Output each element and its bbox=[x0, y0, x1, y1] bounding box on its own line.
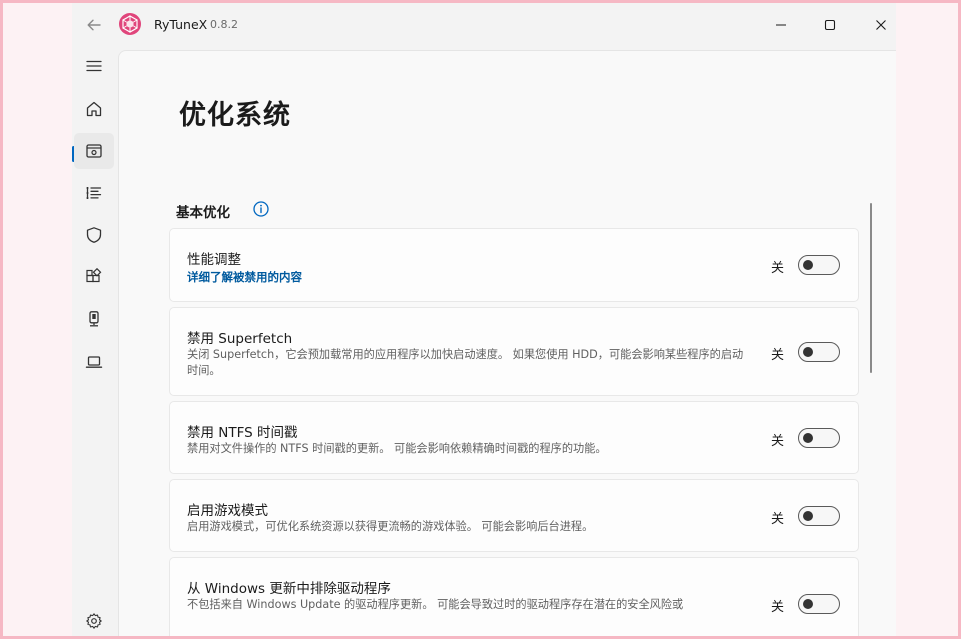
back-arrow-icon bbox=[87, 19, 101, 31]
performance-toggle[interactable] bbox=[798, 255, 840, 275]
exclude-drivers-toggle[interactable] bbox=[798, 594, 840, 614]
maximize-icon bbox=[824, 19, 836, 31]
nav-laptop[interactable] bbox=[74, 344, 114, 380]
list-icon bbox=[86, 187, 102, 199]
laptop-icon bbox=[85, 356, 103, 368]
toggle-knob bbox=[803, 511, 813, 521]
option-description: 关闭 Superfetch，它会预加载常用的应用程序以加快启动速度。 如果您使用… bbox=[187, 348, 744, 377]
toggle-state-label: 关 bbox=[771, 434, 785, 449]
option-card-game-mode: 启用游戏模式 启用游戏模式，可优化系统资源以获得更流畅的游戏体验。 可能会影响后… bbox=[169, 479, 859, 552]
minimize-icon bbox=[776, 24, 786, 26]
option-title: 禁用 NTFS 时间戳 bbox=[187, 425, 298, 441]
nav-optimize[interactable] bbox=[74, 133, 114, 169]
nav-menu-button[interactable] bbox=[74, 48, 114, 84]
back-button[interactable] bbox=[82, 13, 106, 37]
nav-device[interactable] bbox=[74, 301, 114, 337]
learn-more-link[interactable]: 详细了解被禁用的内容 bbox=[187, 269, 302, 285]
toggle-state-label: 关 bbox=[771, 600, 785, 615]
device-icon bbox=[89, 311, 99, 327]
nav-home[interactable] bbox=[74, 91, 114, 127]
option-description: 禁用对文件操作的 NTFS 时间戳的更新。 可能会影响依赖精确时间戳的程序的功能… bbox=[187, 442, 607, 455]
option-title: 从 Windows 更新中排除驱动程序 bbox=[187, 581, 391, 597]
ntfs-toggle[interactable] bbox=[798, 428, 840, 448]
toggle-knob bbox=[803, 347, 813, 357]
option-title: 性能调整 bbox=[187, 252, 241, 268]
apps-icon bbox=[86, 268, 102, 283]
content-pane: 优化系统 基本优化 性能调整 详细了解被禁用的内容 关 禁用 Superfetc… bbox=[118, 50, 896, 636]
nav-apps[interactable] bbox=[74, 259, 114, 295]
game-mode-toggle[interactable] bbox=[798, 506, 840, 526]
nav-security[interactable] bbox=[74, 217, 114, 253]
close-icon bbox=[876, 20, 886, 30]
app-title: RyTuneX bbox=[154, 17, 208, 32]
option-description: 不包括来自 Windows Update 的驱动程序更新。 可能会导致过时的驱动… bbox=[187, 598, 684, 611]
option-title: 禁用 Superfetch bbox=[187, 331, 293, 347]
app-logo-icon bbox=[118, 12, 142, 36]
toggle-state-label: 关 bbox=[771, 512, 785, 527]
toggle-knob bbox=[803, 433, 813, 443]
option-card-superfetch: 禁用 Superfetch 关闭 Superfetch，它会预加载常用的应用程序… bbox=[169, 307, 859, 396]
option-card-ntfs: 禁用 NTFS 时间戳 禁用对文件操作的 NTFS 时间戳的更新。 可能会影响依… bbox=[169, 401, 859, 474]
nav-settings[interactable] bbox=[74, 603, 114, 636]
gear-icon bbox=[86, 613, 102, 629]
minimize-button[interactable] bbox=[758, 7, 804, 43]
option-card-exclude-drivers: 从 Windows 更新中排除驱动程序 不包括来自 Windows Update… bbox=[169, 557, 859, 636]
app-version: 0.8.2 bbox=[210, 18, 238, 31]
option-title: 启用游戏模式 bbox=[187, 503, 268, 519]
info-icon[interactable] bbox=[252, 200, 270, 218]
maximize-button[interactable] bbox=[807, 7, 853, 43]
option-description: 启用游戏模式，可优化系统资源以获得更流畅的游戏体验。 可能会影响后台进程。 bbox=[187, 520, 594, 533]
toggle-state-label: 关 bbox=[771, 261, 785, 276]
section-header: 基本优化 bbox=[176, 205, 230, 221]
app-window: RyTuneX 0.8.2 优化系统 基本优化 性能调整 详细了解被禁用的内容 … bbox=[72, 3, 896, 636]
toggle-knob bbox=[803, 260, 813, 270]
menu-icon bbox=[86, 60, 102, 72]
option-card-performance: 性能调整 详细了解被禁用的内容 关 bbox=[169, 228, 859, 302]
shield-icon bbox=[86, 227, 102, 243]
home-icon bbox=[86, 101, 102, 117]
scrollbar[interactable] bbox=[870, 203, 872, 373]
toggle-state-label: 关 bbox=[771, 348, 785, 363]
superfetch-toggle[interactable] bbox=[798, 342, 840, 362]
title-bar: RyTuneX 0.8.2 bbox=[72, 3, 896, 47]
page-title: 优化系统 bbox=[179, 100, 291, 131]
toggle-knob bbox=[803, 599, 813, 609]
close-button[interactable] bbox=[858, 7, 896, 43]
optimize-icon bbox=[86, 144, 102, 158]
nav-list[interactable] bbox=[74, 175, 114, 211]
